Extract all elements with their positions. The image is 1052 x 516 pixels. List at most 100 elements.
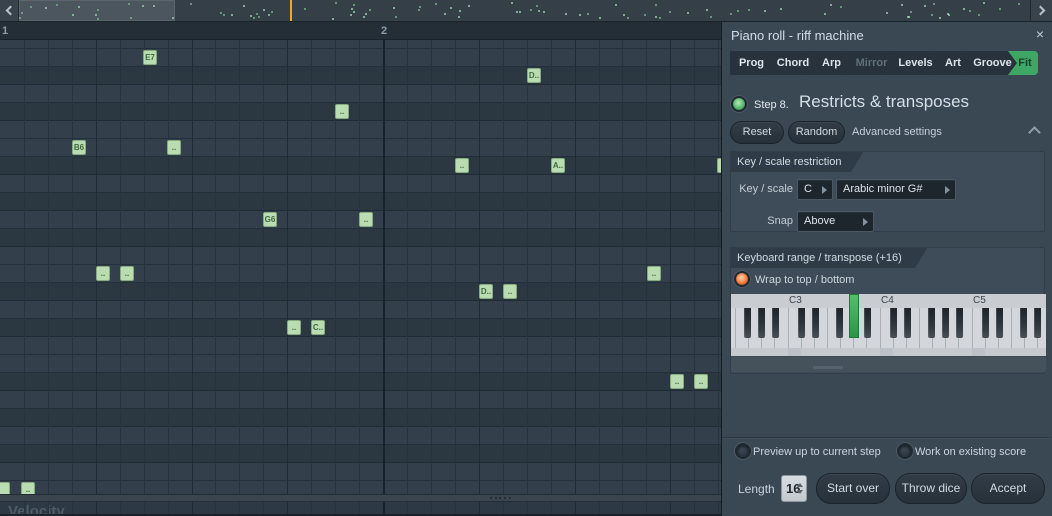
preview-note-dot (255, 12, 258, 15)
preview-note-dot (530, 8, 533, 11)
preview-step-radio[interactable] (737, 445, 749, 457)
black-key[interactable] (836, 308, 844, 338)
key-select[interactable]: C (797, 179, 833, 200)
key-select-value: C (804, 183, 812, 195)
scroll-left-button[interactable] (0, 0, 19, 21)
existing-score-radio-label[interactable]: Work on existing score (915, 446, 1026, 458)
random-button[interactable]: Random (788, 121, 845, 144)
preview-note-dot (363, 16, 366, 19)
note[interactable]: D.. (527, 68, 541, 83)
note[interactable] (0, 482, 10, 494)
accept-button[interactable]: Accept (971, 473, 1045, 504)
white-key-separator (827, 308, 828, 348)
velocity-divider-handle[interactable] (0, 494, 721, 502)
length-stepper[interactable]: 16 (781, 475, 807, 502)
octave-label: C4 (881, 295, 894, 306)
note[interactable]: .. (359, 212, 373, 227)
preview-note-dot (459, 9, 462, 12)
wrap-radio-led[interactable] (736, 273, 748, 285)
note[interactable]: .. (21, 482, 35, 494)
black-key[interactable] (996, 308, 1003, 338)
black-key[interactable] (981, 308, 989, 338)
preview-note-dot (969, 9, 972, 12)
preview-note-dot (779, 7, 782, 10)
grid-row (0, 85, 721, 103)
grid-line (622, 40, 623, 494)
black-key[interactable] (1033, 308, 1041, 338)
black-key[interactable] (757, 308, 765, 338)
stepper-up-icon[interactable] (797, 483, 803, 487)
black-key[interactable] (904, 308, 911, 338)
note[interactable]: C.. (311, 320, 325, 335)
scale-select[interactable]: Arabic minor G# (836, 179, 956, 200)
stepper-down-icon[interactable] (797, 490, 803, 494)
black-key[interactable] (941, 308, 949, 338)
divider-handle-dot (490, 497, 492, 499)
note[interactable]: D.. (479, 284, 493, 299)
note[interactable]: .. (455, 158, 469, 173)
preview-note-dot (659, 16, 662, 19)
tab-prog[interactable]: Prog (730, 51, 773, 75)
note[interactable]: B6 (72, 140, 86, 155)
preview-note-dot (510, 2, 513, 5)
keyboard-scrollbar-handle[interactable] (813, 366, 843, 369)
preview-scroll-strip[interactable] (0, 0, 1052, 22)
advanced-settings-label[interactable]: Advanced settings (852, 126, 942, 138)
throw-dice-button[interactable]: Throw dice (895, 473, 967, 504)
start-over-button[interactable]: Start over (816, 473, 890, 504)
black-key[interactable] (772, 308, 779, 338)
chevron-up-icon[interactable] (1028, 126, 1041, 139)
black-key[interactable] (744, 308, 752, 338)
step-active-led[interactable] (733, 98, 745, 110)
black-key[interactable] (956, 308, 963, 338)
playhead-marker[interactable] (290, 0, 292, 21)
piano-roll-grid[interactable]: E7 D.... B6.... A.. G6........ D...... C......… (0, 40, 721, 494)
close-icon[interactable]: × (1036, 27, 1044, 41)
grid-row (0, 427, 721, 445)
scroll-right-button[interactable] (1030, 0, 1052, 21)
note[interactable]: .. (335, 104, 349, 119)
note[interactable]: .. (287, 320, 301, 335)
grid-line (503, 40, 504, 494)
note[interactable]: E7 (143, 50, 157, 65)
preview-note-dot (923, 5, 926, 7)
note[interactable]: .. (670, 374, 684, 389)
timeline-ruler[interactable]: 12 (0, 22, 721, 40)
grid-row (0, 40, 721, 49)
preview-note-dot (947, 14, 950, 17)
grid-row (0, 355, 721, 373)
note[interactable]: A.. (551, 158, 565, 173)
preview-note-dot (353, 10, 356, 13)
preview-note-dot (364, 12, 367, 15)
note[interactable]: .. (503, 284, 517, 299)
timeline-bar-label: 1 (2, 25, 9, 37)
note[interactable]: .. (167, 140, 181, 155)
note[interactable]: .. (96, 266, 110, 281)
black-key[interactable] (1020, 308, 1028, 338)
divider-handle-dot (499, 497, 501, 499)
grid-line (551, 40, 552, 494)
note[interactable]: .. (120, 266, 134, 281)
preview-note-dot (907, 15, 910, 18)
preview-note-dot (687, 12, 690, 15)
black-key[interactable] (928, 308, 936, 338)
key-scale-field-label: Key / scale (739, 183, 793, 195)
preview-note-dot (931, 14, 934, 17)
snap-select[interactable]: Above (797, 211, 874, 232)
keyboard-scrollbar[interactable] (731, 357, 1046, 372)
black-key[interactable] (812, 308, 819, 338)
black-key[interactable] (797, 308, 805, 338)
existing-score-radio[interactable] (899, 445, 911, 457)
highlighted-key-gsharp3[interactable] (849, 294, 859, 338)
range-keyboard[interactable]: C3 C4 C5 (731, 294, 1046, 356)
pattern-preview[interactable] (19, 0, 1030, 21)
preview-step-radio-label[interactable]: Preview up to current step (753, 446, 881, 458)
black-key[interactable] (864, 308, 871, 338)
wrap-radio-label[interactable]: Wrap to top / bottom (755, 274, 854, 286)
note[interactable]: .. (647, 266, 661, 281)
reset-button[interactable]: Reset (730, 121, 784, 144)
fl-studio-piano-roll-window: 12 E7 D.... B6.... A.. G6........ D...... C...… (0, 0, 1052, 516)
note[interactable]: G6 (263, 212, 277, 227)
black-key[interactable] (889, 308, 897, 338)
note[interactable]: .. (694, 374, 708, 389)
